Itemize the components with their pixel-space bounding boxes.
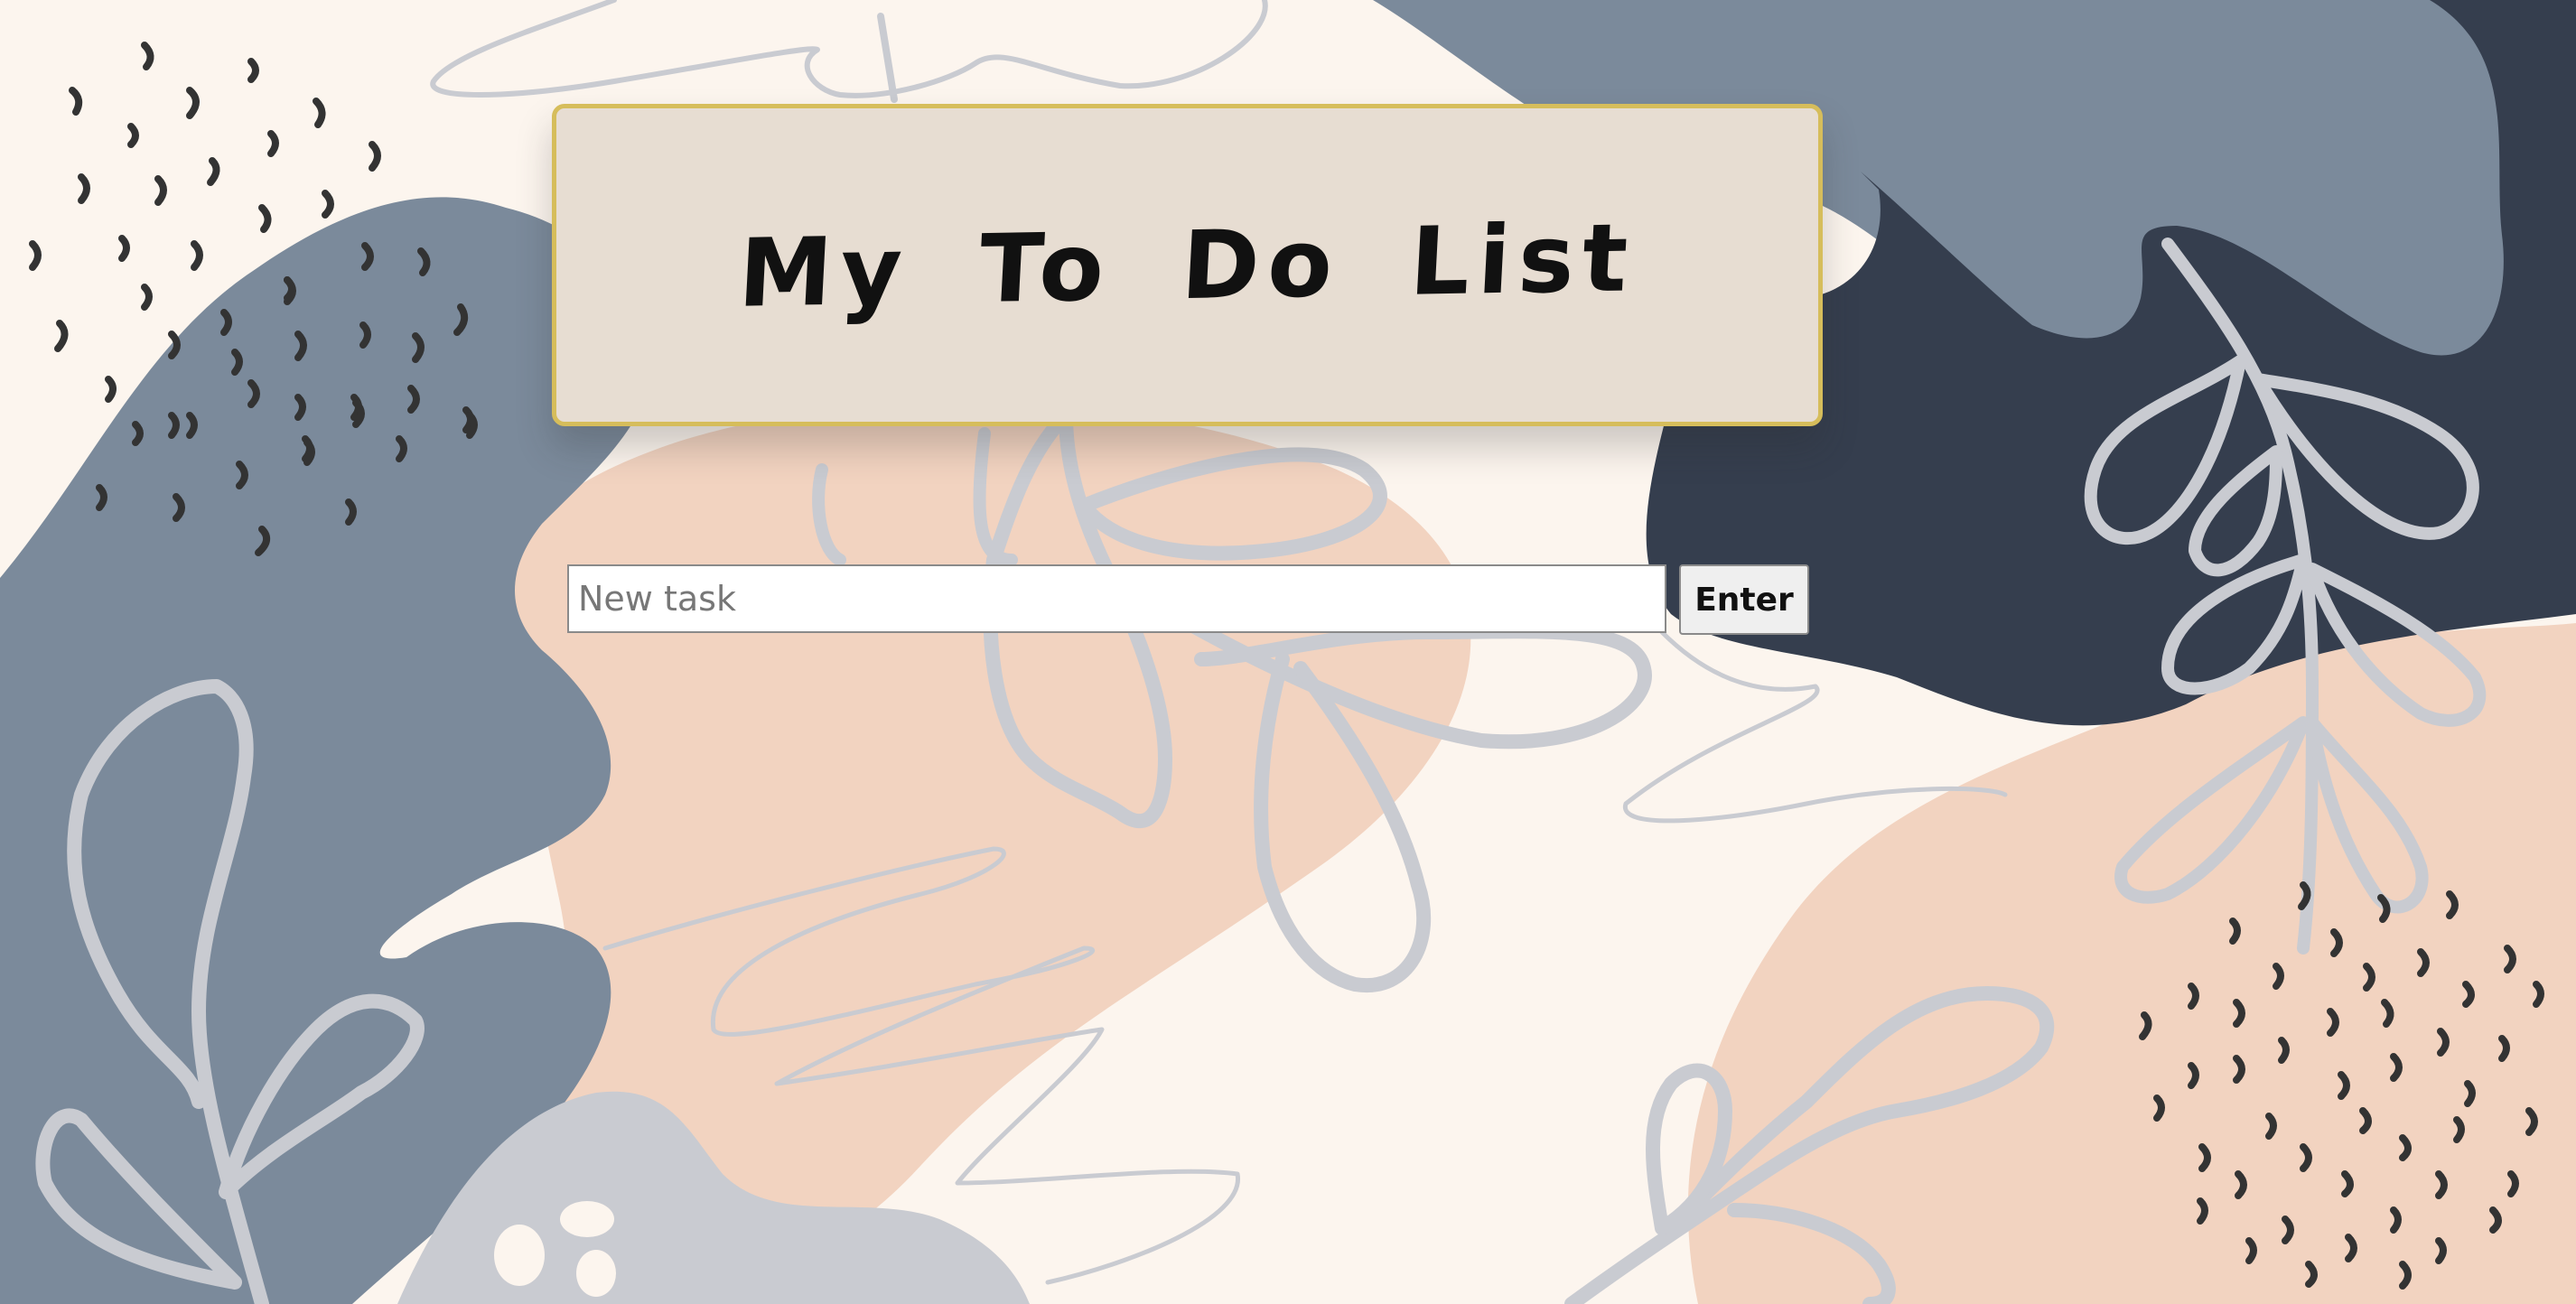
- page-title: My To Do List: [735, 201, 1639, 329]
- new-task-input[interactable]: [567, 564, 1666, 633]
- new-task-form: Enter: [567, 564, 1809, 637]
- title-card: My To Do List: [552, 104, 1823, 426]
- enter-button[interactable]: Enter: [1679, 564, 1809, 635]
